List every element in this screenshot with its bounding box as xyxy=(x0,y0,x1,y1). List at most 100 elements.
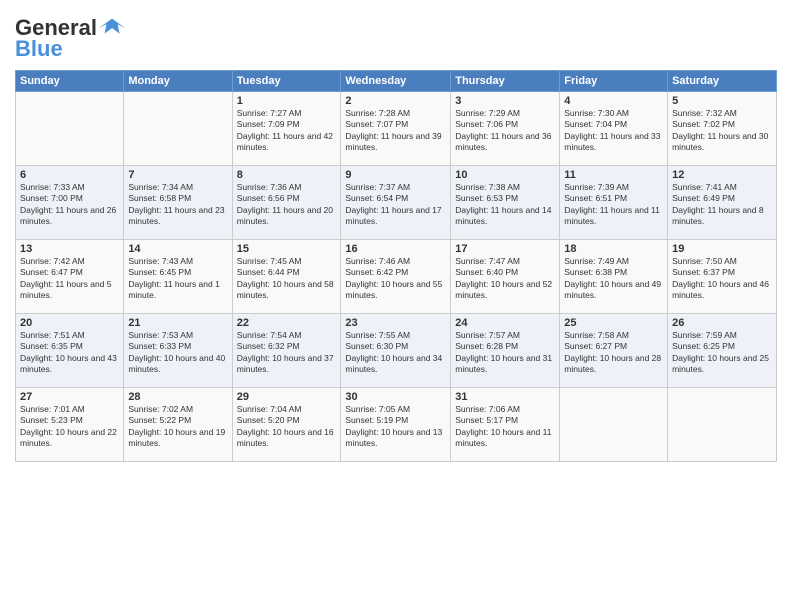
col-header-monday: Monday xyxy=(124,71,232,92)
day-info: Sunrise: 7:38 AM Sunset: 6:53 PM Dayligh… xyxy=(455,182,555,228)
calendar-cell: 2Sunrise: 7:28 AM Sunset: 7:07 PM Daylig… xyxy=(341,92,451,166)
calendar-cell: 22Sunrise: 7:54 AM Sunset: 6:32 PM Dayli… xyxy=(232,314,341,388)
calendar-cell: 13Sunrise: 7:42 AM Sunset: 6:47 PM Dayli… xyxy=(16,240,124,314)
calendar-cell: 6Sunrise: 7:33 AM Sunset: 7:00 PM Daylig… xyxy=(16,166,124,240)
calendar-cell: 11Sunrise: 7:39 AM Sunset: 6:51 PM Dayli… xyxy=(560,166,668,240)
day-info: Sunrise: 7:05 AM Sunset: 5:19 PM Dayligh… xyxy=(345,404,446,450)
calendar-cell: 31Sunrise: 7:06 AM Sunset: 5:17 PM Dayli… xyxy=(451,388,560,462)
calendar-cell: 29Sunrise: 7:04 AM Sunset: 5:20 PM Dayli… xyxy=(232,388,341,462)
day-info: Sunrise: 7:33 AM Sunset: 7:00 PM Dayligh… xyxy=(20,182,119,228)
calendar-cell: 9Sunrise: 7:37 AM Sunset: 6:54 PM Daylig… xyxy=(341,166,451,240)
day-number: 2 xyxy=(345,95,446,107)
day-number: 22 xyxy=(237,317,337,329)
logo-bird-icon xyxy=(99,14,127,42)
day-info: Sunrise: 7:27 AM Sunset: 7:09 PM Dayligh… xyxy=(237,108,337,154)
calendar-cell: 10Sunrise: 7:38 AM Sunset: 6:53 PM Dayli… xyxy=(451,166,560,240)
calendar-week-row: 6Sunrise: 7:33 AM Sunset: 7:00 PM Daylig… xyxy=(16,166,777,240)
calendar-cell: 12Sunrise: 7:41 AM Sunset: 6:49 PM Dayli… xyxy=(668,166,777,240)
day-info: Sunrise: 7:32 AM Sunset: 7:02 PM Dayligh… xyxy=(672,108,772,154)
calendar-cell: 15Sunrise: 7:45 AM Sunset: 6:44 PM Dayli… xyxy=(232,240,341,314)
day-number: 4 xyxy=(564,95,663,107)
calendar-cell: 8Sunrise: 7:36 AM Sunset: 6:56 PM Daylig… xyxy=(232,166,341,240)
day-info: Sunrise: 7:45 AM Sunset: 6:44 PM Dayligh… xyxy=(237,256,337,302)
day-number: 21 xyxy=(128,317,227,329)
day-number: 9 xyxy=(345,169,446,181)
calendar-cell: 25Sunrise: 7:58 AM Sunset: 6:27 PM Dayli… xyxy=(560,314,668,388)
day-number: 13 xyxy=(20,243,119,255)
calendar-cell: 26Sunrise: 7:59 AM Sunset: 6:25 PM Dayli… xyxy=(668,314,777,388)
day-number: 20 xyxy=(20,317,119,329)
day-info: Sunrise: 7:54 AM Sunset: 6:32 PM Dayligh… xyxy=(237,330,337,376)
day-info: Sunrise: 7:51 AM Sunset: 6:35 PM Dayligh… xyxy=(20,330,119,376)
calendar-cell: 4Sunrise: 7:30 AM Sunset: 7:04 PM Daylig… xyxy=(560,92,668,166)
day-info: Sunrise: 7:01 AM Sunset: 5:23 PM Dayligh… xyxy=(20,404,119,450)
calendar-cell: 23Sunrise: 7:55 AM Sunset: 6:30 PM Dayli… xyxy=(341,314,451,388)
calendar-cell xyxy=(560,388,668,462)
col-header-wednesday: Wednesday xyxy=(341,71,451,92)
calendar-week-row: 13Sunrise: 7:42 AM Sunset: 6:47 PM Dayli… xyxy=(16,240,777,314)
day-info: Sunrise: 7:29 AM Sunset: 7:06 PM Dayligh… xyxy=(455,108,555,154)
col-header-friday: Friday xyxy=(560,71,668,92)
day-number: 14 xyxy=(128,243,227,255)
day-number: 28 xyxy=(128,391,227,403)
col-header-tuesday: Tuesday xyxy=(232,71,341,92)
day-info: Sunrise: 7:39 AM Sunset: 6:51 PM Dayligh… xyxy=(564,182,663,228)
day-info: Sunrise: 7:59 AM Sunset: 6:25 PM Dayligh… xyxy=(672,330,772,376)
day-info: Sunrise: 7:46 AM Sunset: 6:42 PM Dayligh… xyxy=(345,256,446,302)
calendar-week-row: 20Sunrise: 7:51 AM Sunset: 6:35 PM Dayli… xyxy=(16,314,777,388)
calendar-cell: 28Sunrise: 7:02 AM Sunset: 5:22 PM Dayli… xyxy=(124,388,232,462)
day-number: 27 xyxy=(20,391,119,403)
day-number: 1 xyxy=(237,95,337,107)
day-number: 24 xyxy=(455,317,555,329)
calendar-week-row: 1Sunrise: 7:27 AM Sunset: 7:09 PM Daylig… xyxy=(16,92,777,166)
day-info: Sunrise: 7:42 AM Sunset: 6:47 PM Dayligh… xyxy=(20,256,119,302)
day-number: 30 xyxy=(345,391,446,403)
calendar-cell: 14Sunrise: 7:43 AM Sunset: 6:45 PM Dayli… xyxy=(124,240,232,314)
day-number: 11 xyxy=(564,169,663,181)
calendar-cell: 24Sunrise: 7:57 AM Sunset: 6:28 PM Dayli… xyxy=(451,314,560,388)
calendar-cell: 21Sunrise: 7:53 AM Sunset: 6:33 PM Dayli… xyxy=(124,314,232,388)
calendar-cell: 30Sunrise: 7:05 AM Sunset: 5:19 PM Dayli… xyxy=(341,388,451,462)
day-info: Sunrise: 7:43 AM Sunset: 6:45 PM Dayligh… xyxy=(128,256,227,302)
day-info: Sunrise: 7:30 AM Sunset: 7:04 PM Dayligh… xyxy=(564,108,663,154)
day-number: 19 xyxy=(672,243,772,255)
day-number: 31 xyxy=(455,391,555,403)
day-number: 23 xyxy=(345,317,446,329)
day-info: Sunrise: 7:06 AM Sunset: 5:17 PM Dayligh… xyxy=(455,404,555,450)
calendar-cell: 7Sunrise: 7:34 AM Sunset: 6:58 PM Daylig… xyxy=(124,166,232,240)
day-info: Sunrise: 7:53 AM Sunset: 6:33 PM Dayligh… xyxy=(128,330,227,376)
day-number: 3 xyxy=(455,95,555,107)
day-number: 5 xyxy=(672,95,772,107)
logo: General Blue xyxy=(15,14,127,62)
calendar-cell xyxy=(124,92,232,166)
calendar-table: SundayMondayTuesdayWednesdayThursdayFrid… xyxy=(15,70,777,462)
day-info: Sunrise: 7:55 AM Sunset: 6:30 PM Dayligh… xyxy=(345,330,446,376)
day-number: 12 xyxy=(672,169,772,181)
calendar-header-row: SundayMondayTuesdayWednesdayThursdayFrid… xyxy=(16,71,777,92)
calendar-cell: 18Sunrise: 7:49 AM Sunset: 6:38 PM Dayli… xyxy=(560,240,668,314)
day-info: Sunrise: 7:34 AM Sunset: 6:58 PM Dayligh… xyxy=(128,182,227,228)
day-number: 8 xyxy=(237,169,337,181)
day-info: Sunrise: 7:49 AM Sunset: 6:38 PM Dayligh… xyxy=(564,256,663,302)
day-number: 29 xyxy=(237,391,337,403)
calendar-week-row: 27Sunrise: 7:01 AM Sunset: 5:23 PM Dayli… xyxy=(16,388,777,462)
day-info: Sunrise: 7:57 AM Sunset: 6:28 PM Dayligh… xyxy=(455,330,555,376)
day-info: Sunrise: 7:04 AM Sunset: 5:20 PM Dayligh… xyxy=(237,404,337,450)
day-number: 7 xyxy=(128,169,227,181)
header: General Blue xyxy=(15,10,777,62)
calendar-cell xyxy=(668,388,777,462)
calendar-cell xyxy=(16,92,124,166)
day-number: 6 xyxy=(20,169,119,181)
col-header-thursday: Thursday xyxy=(451,71,560,92)
day-info: Sunrise: 7:50 AM Sunset: 6:37 PM Dayligh… xyxy=(672,256,772,302)
col-header-saturday: Saturday xyxy=(668,71,777,92)
day-info: Sunrise: 7:47 AM Sunset: 6:40 PM Dayligh… xyxy=(455,256,555,302)
day-info: Sunrise: 7:41 AM Sunset: 6:49 PM Dayligh… xyxy=(672,182,772,228)
day-number: 18 xyxy=(564,243,663,255)
calendar-cell: 16Sunrise: 7:46 AM Sunset: 6:42 PM Dayli… xyxy=(341,240,451,314)
day-number: 15 xyxy=(237,243,337,255)
day-info: Sunrise: 7:58 AM Sunset: 6:27 PM Dayligh… xyxy=(564,330,663,376)
calendar-cell: 27Sunrise: 7:01 AM Sunset: 5:23 PM Dayli… xyxy=(16,388,124,462)
day-number: 10 xyxy=(455,169,555,181)
day-number: 26 xyxy=(672,317,772,329)
